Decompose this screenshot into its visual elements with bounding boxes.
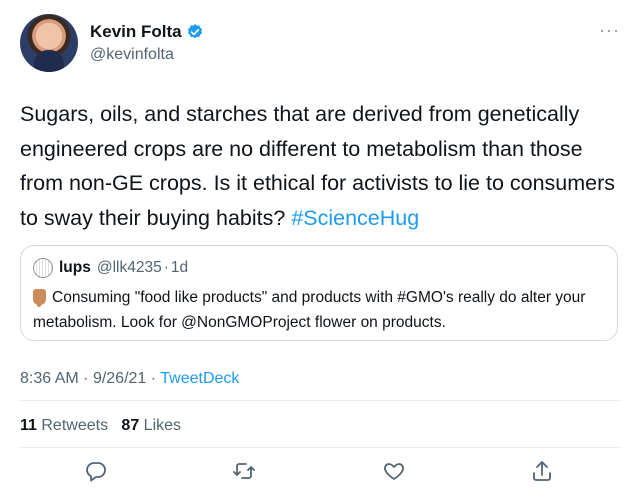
retweets-label: Retweets [41, 417, 109, 434]
quoted-body: Consuming "food like products" and produ… [33, 289, 586, 331]
tweet-source-link[interactable]: TweetDeck [160, 370, 239, 387]
author-handle[interactable]: @kevinfolta [90, 46, 174, 64]
likes-label: Likes [143, 417, 182, 434]
divider [20, 400, 620, 401]
quoted-tweet[interactable]: lups @llk4235 · 1d Consuming "food like … [20, 245, 618, 341]
author-display-name[interactable]: Kevin Folta [90, 22, 182, 42]
author-name-row: Kevin Folta [90, 22, 204, 42]
timestamp-separator: · [83, 370, 89, 387]
retweet-icon[interactable] [232, 459, 256, 483]
quoted-separator: · [163, 259, 169, 276]
quoted-author-avatar [33, 258, 53, 278]
like-icon[interactable] [382, 459, 406, 483]
tweet-header: Kevin Folta @kevinfolta ··· [20, 14, 620, 74]
more-icon[interactable]: ··· [599, 20, 620, 41]
quoted-tweet-text: Consuming "food like products" and produ… [33, 286, 608, 335]
timestamp-separator: · [150, 370, 157, 387]
likes-stat[interactable]: 87 Likes [121, 417, 181, 434]
retweets-count: 11 [20, 417, 37, 434]
quoted-author-handle: @llk4235 [96, 259, 162, 276]
tweet-time[interactable]: 8:36 AM [20, 370, 79, 387]
divider [20, 447, 620, 448]
share-icon[interactable] [530, 459, 554, 483]
action-bar [0, 455, 640, 489]
quoted-time: 1d [170, 259, 189, 276]
quoted-author-name: lups [59, 259, 91, 276]
reply-icon[interactable] [84, 459, 108, 483]
quoted-tweet-header: lups @llk4235 · 1d [33, 258, 188, 278]
retweets-stat[interactable]: 11 Retweets [20, 417, 108, 434]
author-avatar[interactable] [20, 14, 78, 72]
engagement-stats: 11 Retweets 87 Likes [20, 417, 181, 435]
tweet-text: Sugars, oils, and starches that are deri… [20, 97, 620, 235]
hashtag-link[interactable]: #ScienceHug [291, 206, 419, 230]
verified-badge-icon [186, 23, 204, 41]
tweet-date[interactable]: 9/26/21 [93, 370, 146, 387]
likes-count: 87 [121, 417, 140, 434]
tweet-timestamp: 8:36 AM · 9/26/21 · TweetDeck [20, 370, 239, 388]
pointing-down-icon [33, 289, 46, 307]
